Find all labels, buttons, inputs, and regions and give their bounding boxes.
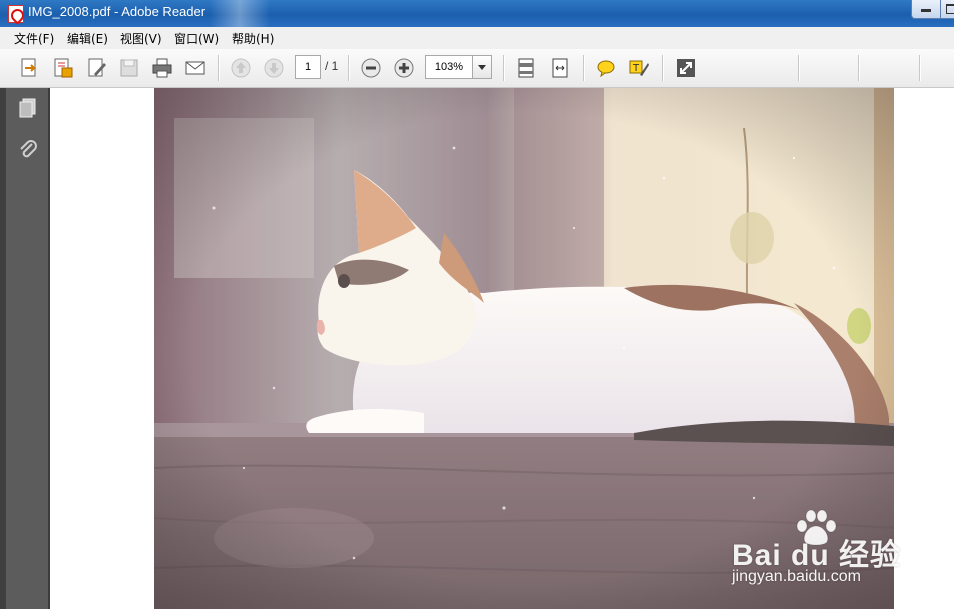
open-button[interactable] <box>50 55 76 81</box>
toolbar-separator <box>858 55 860 81</box>
highlight-text-button[interactable]: T <box>626 55 652 81</box>
next-page-button[interactable] <box>261 55 287 81</box>
nav-pane-edge <box>0 88 6 609</box>
email-button[interactable] <box>182 55 208 81</box>
menu-bar: 文件(F) 编辑(E) 视图(V) 窗口(W) 帮助(H) <box>0 27 954 50</box>
title-bar: IMG_2008.pdf - Adobe Reader <box>0 0 954 27</box>
fit-width-button[interactable] <box>547 55 573 81</box>
paperclip-icon <box>20 140 37 158</box>
arrow-up-circle-icon <box>231 58 251 78</box>
highlighter-icon: T <box>629 60 649 76</box>
menu-window[interactable]: 窗口(W) <box>174 30 219 47</box>
window-title: IMG_2008.pdf - Adobe Reader <box>28 4 206 19</box>
zoom-out-button[interactable] <box>358 55 384 81</box>
toolbar-separator <box>503 55 505 81</box>
page-total: / 1 <box>325 59 339 73</box>
titlebar-glare <box>210 0 270 27</box>
menu-help[interactable]: 帮助(H) <box>232 30 274 47</box>
baidu-jingyan-watermark: Bai du 经验 jingyan.baidu.com <box>732 508 932 598</box>
fit-page-icon <box>518 58 534 78</box>
svg-text:T: T <box>632 63 640 74</box>
fit-page-button[interactable] <box>513 55 539 81</box>
toolbar-separator <box>919 55 921 81</box>
arrow-down-circle-icon <box>264 58 284 78</box>
toolbar-separator <box>218 55 220 81</box>
menu-view[interactable]: 视图(V) <box>120 30 162 47</box>
zoom-in-button[interactable] <box>391 55 417 81</box>
create-pdf-button[interactable] <box>17 55 43 81</box>
menu-edit[interactable]: 编辑(E) <box>67 30 108 47</box>
attachments-button[interactable] <box>16 138 40 162</box>
page-number-input[interactable]: 1 <box>295 55 321 79</box>
envelope-icon <box>185 61 205 75</box>
watermark-url: jingyan.baidu.com <box>732 568 861 585</box>
toolbar-separator <box>583 55 585 81</box>
previous-page-button[interactable] <box>228 55 254 81</box>
comment-bubble-icon <box>597 60 615 78</box>
toolbar-separator <box>662 55 664 81</box>
sticky-note-button[interactable] <box>593 55 619 81</box>
page-thumbnails-button[interactable] <box>16 96 40 120</box>
pdf-file-icon <box>8 5 24 23</box>
expand-arrows-icon <box>677 59 695 77</box>
zoom-level-input[interactable]: 103% <box>425 55 473 79</box>
fit-width-icon <box>552 58 568 78</box>
minus-circle-icon <box>361 58 381 78</box>
maximize-button[interactable] <box>940 0 954 19</box>
plus-circle-icon <box>394 58 414 78</box>
full-screen-button[interactable] <box>673 55 699 81</box>
minimize-button[interactable] <box>911 0 941 19</box>
printer-icon <box>152 58 172 78</box>
zoom-dropdown-button[interactable] <box>472 55 492 79</box>
open-file-icon <box>54 58 73 78</box>
pages-icon <box>19 98 36 118</box>
menu-file[interactable]: 文件(F) <box>14 30 54 47</box>
toolbar-separator <box>348 55 350 81</box>
save-disk-icon <box>120 59 138 77</box>
save-button[interactable] <box>116 55 142 81</box>
navigation-pane <box>0 88 50 609</box>
edit-document-icon <box>88 58 106 77</box>
create-pdf-icon <box>21 58 37 77</box>
toolbar-separator <box>798 55 800 81</box>
edit-pdf-button[interactable] <box>84 55 110 81</box>
print-button[interactable] <box>149 55 175 81</box>
